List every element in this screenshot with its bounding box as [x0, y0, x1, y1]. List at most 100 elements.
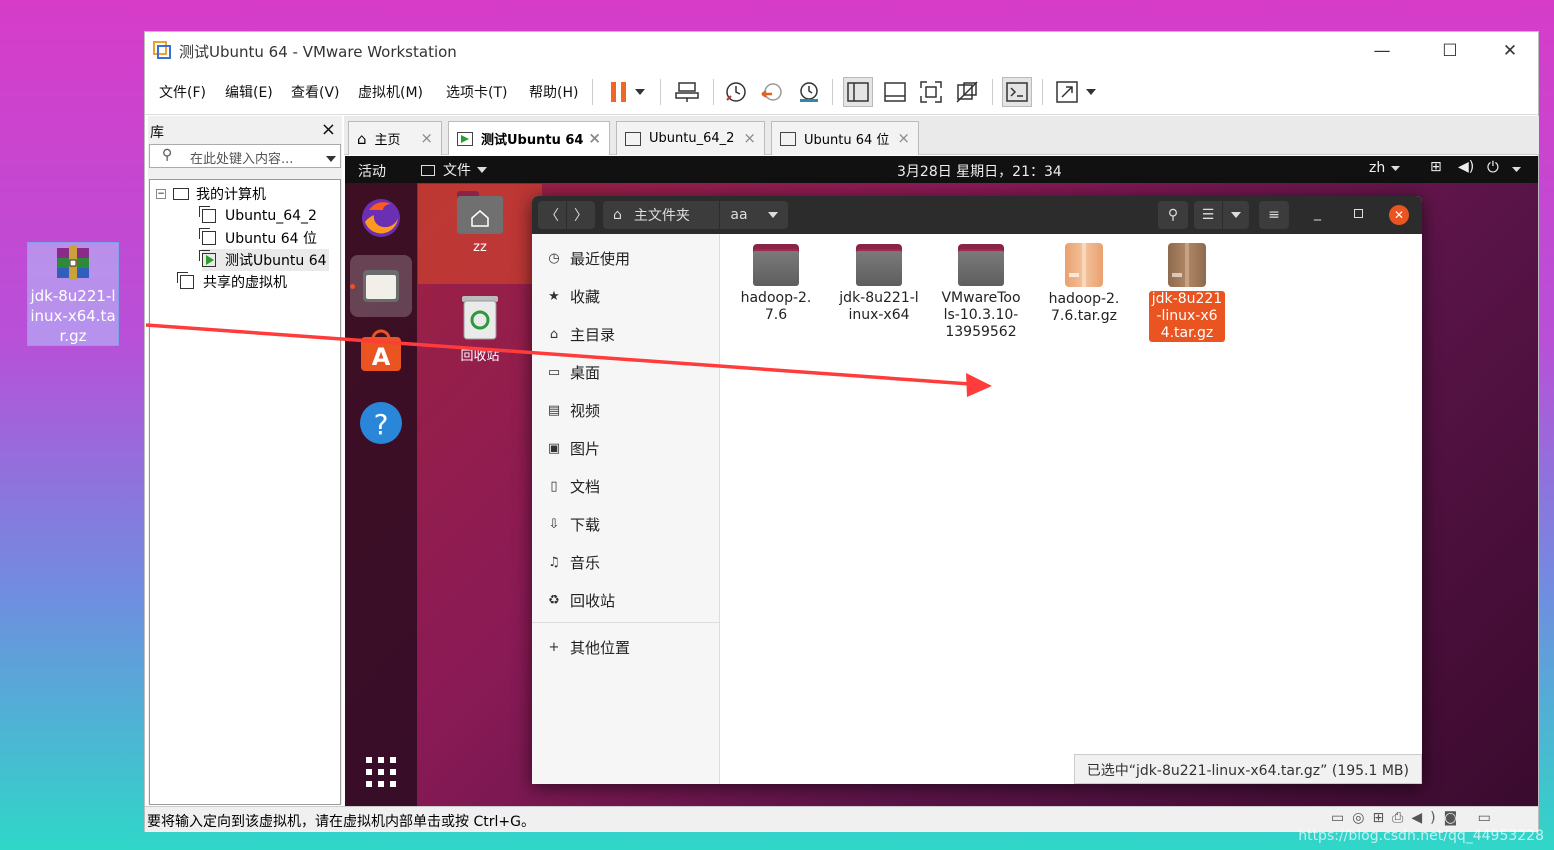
menu-edit[interactable]: 编辑(E) — [225, 82, 273, 102]
close-tab-icon[interactable]: × — [743, 129, 756, 147]
sidebar-item-videos[interactable]: ▤ 视频 — [546, 400, 600, 421]
hamburger-menu-icon[interactable]: ≡ — [1259, 201, 1289, 229]
menu-bar: 文件(F) 编辑(E) 查看(V) 虚拟机(M) 选项卡(T) 帮助(H) — [145, 69, 1538, 115]
sidebar-item-other-locations[interactable]: + 其他位置 — [546, 637, 630, 658]
file-item-archive-selected[interactable]: jdk-8u221-linux-x64.tar.gz — [1147, 240, 1227, 342]
firefox-icon[interactable] — [359, 196, 403, 240]
revert-icon — [761, 83, 782, 101]
path-home-button[interactable]: ⌂ 主文件夹 — [603, 201, 719, 229]
back-icon[interactable]: 〈 — [538, 201, 566, 229]
document-icon: ▯ — [550, 479, 558, 494]
close-window-button[interactable]: ✕ — [1487, 32, 1533, 69]
network-icon[interactable]: ⊞ — [1430, 159, 1442, 175]
toolbar-divider — [660, 79, 661, 105]
sidebar-label: 图片 — [570, 440, 601, 458]
image-icon: ▣ — [547, 441, 561, 456]
minimize-button[interactable]: — — [1359, 32, 1405, 69]
sidebar-item-home[interactable]: ⌂ 主目录 — [546, 324, 615, 345]
tree-item-shared[interactable]: 共享的虚拟机 — [177, 271, 287, 293]
sidebar-label: 其他位置 — [570, 639, 631, 657]
app-menu-label: 文件 — [443, 163, 471, 179]
snapshot-button[interactable] — [721, 77, 751, 107]
power-icon[interactable]: ⏻ — [1487, 158, 1499, 176]
file-item-folder[interactable]: VMwareTools-10.3.10-13959562 — [941, 240, 1021, 341]
sidebar-item-downloads[interactable]: ⇩ 下载 — [546, 514, 600, 535]
tree-item-vm[interactable]: Ubuntu 64 位 — [199, 227, 317, 249]
file-item-archive[interactable]: hadoop-2.7.6.tar.gz — [1044, 240, 1124, 325]
file-grid: hadoop-2.7.6 jdk-8u221-linux-x64 VMwareT… — [721, 234, 1422, 784]
file-name: hadoop-2.7.6 — [740, 290, 812, 323]
close-tab-icon[interactable]: × — [897, 129, 910, 147]
thumbnail-bar-button[interactable] — [880, 77, 910, 107]
show-library-button[interactable] — [843, 77, 873, 107]
list-view-icon[interactable]: ☰ — [1194, 201, 1222, 229]
send-ctrl-alt-del-button[interactable] — [672, 77, 702, 107]
forward-icon[interactable]: 〉 — [567, 201, 595, 229]
activities-button[interactable]: 活动 — [358, 161, 386, 181]
sidebar-item-recent[interactable]: ◷ 最近使用 — [546, 248, 630, 269]
fullscreen-button[interactable] — [916, 77, 946, 107]
library-search-input[interactable]: ⚲ 在此处键入内容... — [149, 144, 341, 168]
unity-button[interactable] — [952, 77, 982, 107]
desktop-trash[interactable]: 回收站 — [453, 293, 507, 364]
menu-view[interactable]: 查看(V) — [291, 82, 340, 102]
maximize-icon[interactable] — [1354, 209, 1363, 218]
tree-item-vm[interactable]: Ubuntu_64_2 — [199, 205, 317, 227]
menu-help[interactable]: 帮助(H) — [529, 82, 578, 102]
view-options-chevron-icon[interactable] — [1223, 201, 1249, 229]
sidebar-item-trash[interactable]: ♻ 回收站 — [546, 590, 615, 611]
input-method-label: zh — [1369, 160, 1386, 176]
close-icon[interactable]: ✕ — [1389, 205, 1409, 225]
file-item-folder[interactable]: hadoop-2.7.6 — [736, 240, 816, 324]
tab-home[interactable]: ⌂ 主页 × — [348, 121, 442, 155]
snapshot-manager-button[interactable] — [794, 77, 824, 107]
vm-icon — [199, 228, 216, 245]
file-item-folder[interactable]: jdk-8u221-linux-x64 — [839, 240, 919, 324]
path-current-button[interactable]: aa — [720, 201, 788, 229]
software-center-icon[interactable]: A — [359, 329, 403, 373]
tree-item-vm-selected[interactable]: 测试Ubuntu 64 — [199, 249, 329, 271]
files-app-icon[interactable] — [350, 255, 412, 317]
desktop-file-jdk[interactable]: jdk-8u221-linux-x64.tar.gz — [27, 242, 119, 346]
sidebar-item-starred[interactable]: ★ 收藏 — [546, 286, 600, 307]
search-dropdown-icon[interactable] — [326, 151, 336, 166]
close-tab-icon[interactable]: × — [420, 129, 433, 147]
desktop-home-folder[interactable]: zz — [453, 190, 507, 255]
tree-item-my-computer[interactable]: − 我的计算机 — [156, 183, 266, 205]
input-method-indicator[interactable]: zh — [1369, 160, 1401, 176]
tab-test-ubuntu[interactable]: 测试Ubuntu 64 × — [448, 121, 610, 155]
volume-icon[interactable]: ◀) — [1458, 159, 1474, 175]
status-message: 要将输入定向到该虚拟机，请在虚拟机内部单击或按 Ctrl+G。 — [147, 814, 535, 830]
maximize-button[interactable]: ☐ — [1427, 32, 1473, 69]
sidebar-item-music[interactable]: ♫ 音乐 — [546, 552, 600, 573]
search-icon: ⚲ — [162, 147, 173, 163]
stretch-button[interactable] — [1052, 77, 1082, 107]
power-dropdown-icon[interactable] — [630, 77, 650, 107]
folder-icon — [753, 244, 799, 286]
clock[interactable]: 3月28日 星期日，21：34 — [897, 161, 1062, 181]
revert-snapshot-button[interactable] — [757, 77, 787, 107]
minimize-icon[interactable]: _ — [1314, 205, 1321, 221]
help-icon[interactable]: ? — [359, 401, 403, 445]
menu-tabs[interactable]: 选项卡(T) — [446, 82, 507, 102]
close-library-icon[interactable]: × — [321, 119, 336, 140]
close-tab-icon[interactable]: × — [588, 129, 601, 147]
app-menu[interactable]: 文件 — [421, 160, 487, 180]
desktop-icon: ▭ — [547, 365, 561, 380]
tab-ubuntu-64-2[interactable]: Ubuntu_64_2 × — [616, 121, 765, 155]
guest-screen[interactable]: 活动 文件 3月28日 星期日，21：34 zh ⊞ ◀) ⏻ A ? zz 回… — [345, 156, 1538, 807]
search-icon[interactable]: ⚲ — [1158, 201, 1188, 229]
collapse-icon[interactable]: − — [156, 189, 166, 199]
show-apps-icon[interactable] — [359, 750, 403, 794]
sidebar-item-documents[interactable]: ▯ 文档 — [546, 476, 600, 497]
stretch-dropdown-icon[interactable] — [1081, 77, 1101, 107]
sidebar-item-desktop[interactable]: ▭ 桌面 — [546, 362, 600, 383]
tab-ubuntu-64[interactable]: Ubuntu 64 位 × — [771, 121, 919, 155]
menu-file[interactable]: 文件(F) — [159, 82, 206, 102]
home-icon: ⌂ — [357, 129, 367, 148]
menu-vm[interactable]: 虚拟机(M) — [358, 82, 423, 102]
console-view-button[interactable] — [1002, 77, 1032, 107]
system-menu-chevron-icon[interactable] — [1512, 160, 1521, 176]
sidebar-item-pictures[interactable]: ▣ 图片 — [546, 438, 600, 459]
vm-area: ⌂ 主页 × 测试Ubuntu 64 × Ubuntu_64_2 × Ubuntu 64… — [344, 116, 1539, 807]
